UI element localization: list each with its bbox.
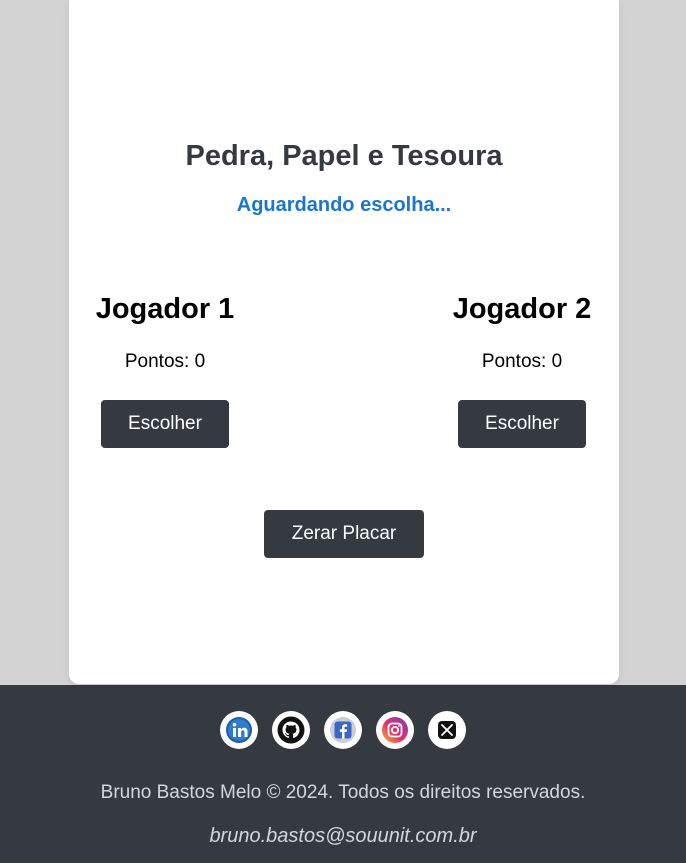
player-1-choose-button[interactable]: Escolher bbox=[101, 400, 229, 448]
github-link[interactable] bbox=[272, 711, 310, 749]
game-card: Pedra, Papel e Tesoura Aguardando escolh… bbox=[69, 0, 619, 684]
x-twitter-icon bbox=[438, 721, 456, 739]
linkedin-icon bbox=[226, 717, 252, 743]
facebook-link[interactable] bbox=[324, 711, 362, 749]
instagram-link[interactable] bbox=[376, 711, 414, 749]
player-2-choose-button[interactable]: Escolher bbox=[458, 400, 586, 448]
contact-email: bruno.bastos@souunit.com.br bbox=[209, 825, 477, 847]
github-icon bbox=[277, 716, 305, 744]
copyright-text: Bruno Bastos Melo © 2024. Todos os direi… bbox=[100, 782, 586, 803]
footer: Bruno Bastos Melo © 2024. Todos os direi… bbox=[0, 685, 686, 863]
linkedin-link[interactable] bbox=[220, 711, 258, 749]
player-1-score: Pontos: 0 bbox=[124, 351, 206, 372]
player-1-name: Jogador 1 bbox=[95, 293, 235, 325]
player-2-name: Jogador 2 bbox=[452, 293, 592, 325]
instagram-icon bbox=[382, 717, 408, 743]
social-links bbox=[0, 711, 686, 749]
page-title: Pedra, Papel e Tesoura bbox=[185, 140, 503, 172]
player-2-panel: Jogador 2 Pontos: 0 Escolher bbox=[442, 290, 602, 448]
x-twitter-link[interactable] bbox=[428, 711, 466, 749]
player-2-score: Pontos: 0 bbox=[481, 351, 563, 372]
game-status: Aguardando escolha... bbox=[236, 194, 452, 216]
facebook-icon bbox=[330, 717, 356, 743]
reset-score-button[interactable]: Zerar Placar bbox=[264, 510, 424, 558]
player-1-panel: Jogador 1 Pontos: 0 Escolher bbox=[85, 290, 245, 448]
